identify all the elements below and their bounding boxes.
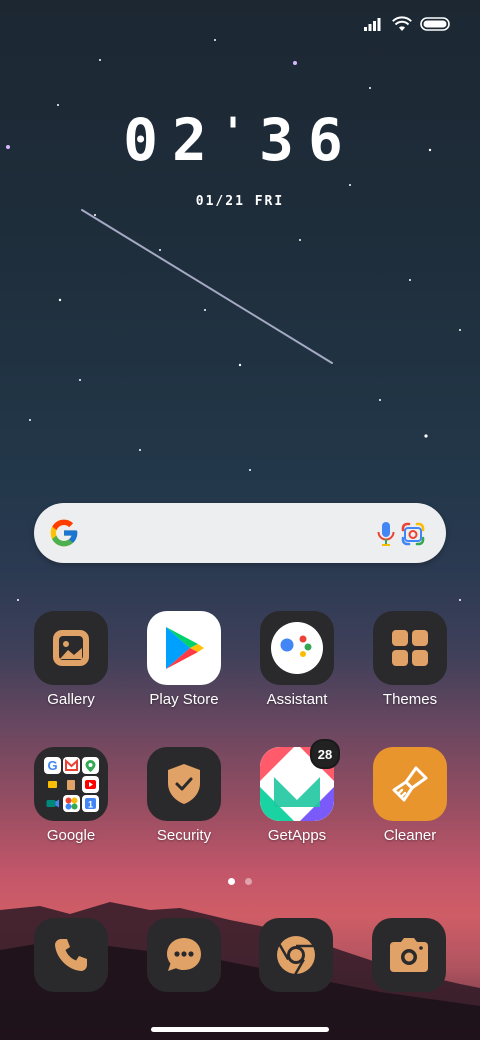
app-play-store[interactable]: Play Store [129, 611, 239, 708]
home-screen: 02'36 01/21 FRI Gallery Play Store Assis… [0, 0, 480, 1040]
svg-text:G: G [47, 758, 57, 773]
signal-icon [364, 18, 381, 31]
mic-icon[interactable] [376, 521, 396, 547]
page-dot-active[interactable] [228, 878, 235, 885]
google-lens-icon[interactable] [400, 521, 426, 547]
cleaner-brush-icon [373, 747, 447, 821]
app-security[interactable]: Security [129, 747, 239, 844]
clock-date[interactable]: 01/21 FRI [0, 194, 480, 209]
dock-chrome[interactable] [259, 918, 333, 992]
app-getapps[interactable]: 28 GetApps [242, 739, 352, 844]
clock-minutes: 36 [259, 106, 357, 174]
gallery-icon [34, 611, 108, 685]
page-indicator [0, 878, 480, 885]
dock-phone[interactable] [34, 918, 108, 992]
clock-hours: 02 [123, 106, 221, 174]
messages-icon [167, 938, 201, 971]
camera-icon [390, 938, 428, 972]
gesture-navigation-bar[interactable] [151, 1027, 329, 1032]
app-label: Security [156, 827, 212, 844]
app-cleaner[interactable]: Cleaner [355, 747, 465, 844]
app-label: Themes [382, 691, 438, 708]
google-search-bar[interactable] [34, 503, 446, 563]
app-folder-google[interactable]: G 1 Google [16, 747, 126, 844]
app-label: Gallery [47, 691, 95, 708]
app-assistant[interactable]: Assistant [242, 611, 352, 708]
status-bar [364, 16, 450, 32]
clock-separator: ' [220, 110, 260, 156]
assistant-icon [260, 611, 334, 685]
svg-text:1: 1 [88, 800, 93, 810]
getapps-icon: 28 [260, 739, 340, 821]
themes-icon [373, 611, 447, 685]
dock-camera[interactable] [372, 918, 446, 992]
app-label: Cleaner [383, 827, 437, 844]
dock-messages[interactable] [147, 918, 221, 992]
phone-icon [55, 939, 87, 971]
app-themes[interactable]: Themes [355, 611, 465, 708]
chrome-icon [277, 936, 315, 975]
app-label: Google [46, 827, 96, 844]
wifi-icon [392, 16, 412, 31]
battery-icon [420, 17, 450, 31]
clock-time[interactable]: 02'36 [0, 106, 480, 174]
google-folder-icon: G 1 [34, 747, 108, 821]
app-label: GetApps [267, 827, 327, 844]
notification-badge: 28 [310, 739, 340, 769]
app-gallery[interactable]: Gallery [16, 611, 126, 708]
app-label: Play Store [149, 691, 219, 708]
page-dot[interactable] [245, 878, 252, 885]
play-store-icon [147, 611, 221, 685]
security-shield-icon [147, 747, 221, 821]
google-g-icon [50, 519, 78, 547]
app-label: Assistant [266, 691, 328, 708]
